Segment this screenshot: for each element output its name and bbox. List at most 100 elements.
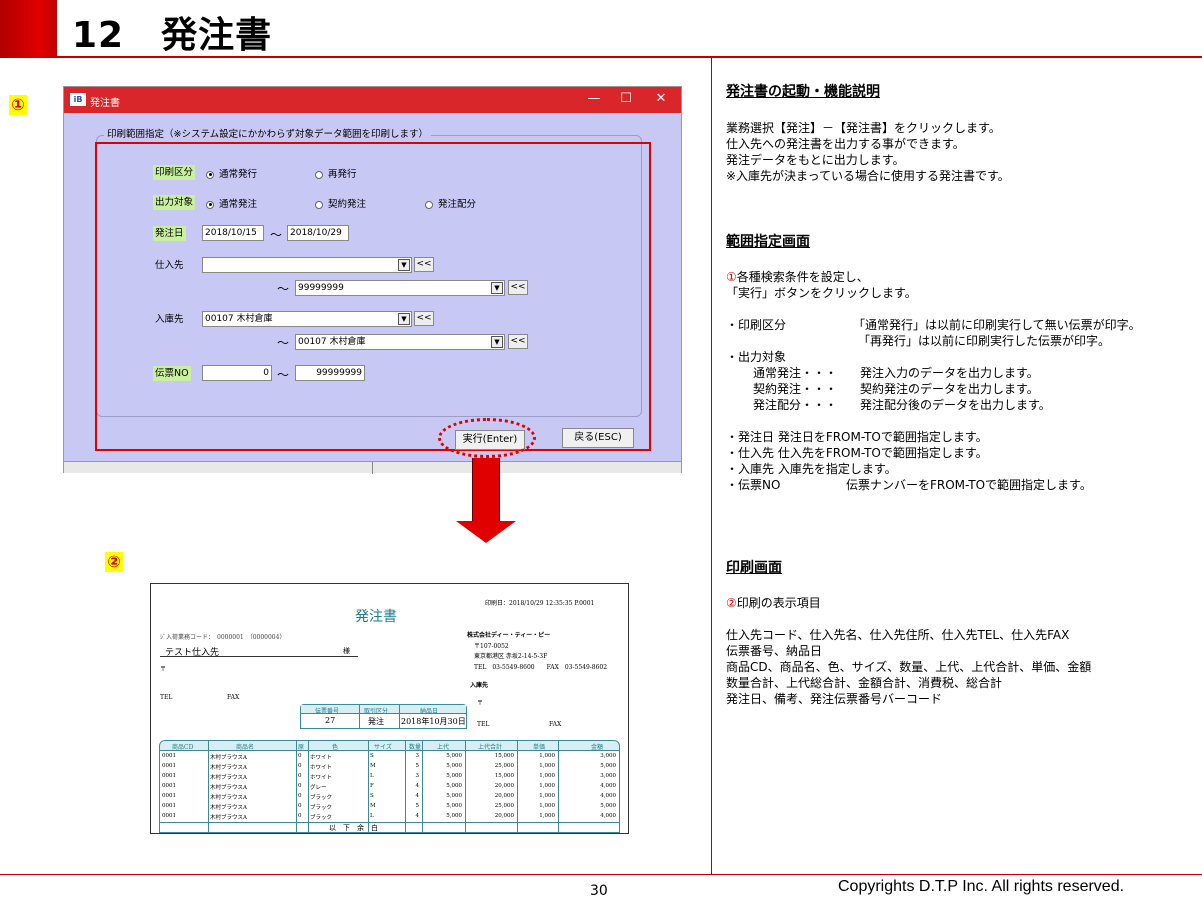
window-title: 発注書 xyxy=(90,98,120,109)
print-type-item: ・印刷区分 xyxy=(726,318,787,332)
column-header: 単価 xyxy=(533,744,546,751)
table-cell: 0001 xyxy=(162,813,176,819)
section-title-print: 印刷画面 xyxy=(726,560,782,576)
circle-two: ② xyxy=(726,596,737,610)
col-line xyxy=(359,705,360,728)
table-cell: 5,000 xyxy=(446,753,462,759)
table-cell: 15,000 xyxy=(494,773,514,779)
supplier-code: ｼﾞ入荷業務コード： 0000001 （0000004） xyxy=(160,634,286,641)
ot-desc: 契約発注のデータを出力します。 xyxy=(860,382,1039,396)
table-cell: 20,000 xyxy=(494,793,514,799)
table-cell: 0001 xyxy=(162,803,176,809)
supplier-tel: TEL xyxy=(160,694,173,701)
table-cell: 3 xyxy=(415,773,420,779)
table-cell: 木村ブラウスA xyxy=(210,765,247,771)
table-cell: 0 xyxy=(298,763,302,769)
table-cell: 25,000 xyxy=(494,763,514,769)
ot-key: 契約発注・・・ xyxy=(753,382,838,396)
table-cell: 5,000 xyxy=(446,773,462,779)
ot-key: 発注配分・・・ xyxy=(753,398,838,412)
print-type-desc: 「再発行」は以前に印刷実行した伝票が印字。 xyxy=(858,334,1111,348)
table-cell: 0 xyxy=(298,813,302,819)
launch-line: ※入庫先が決まっている場合に使用する発注書です。 xyxy=(726,169,1010,183)
column-line xyxy=(208,741,209,833)
print-intro: ②印刷の表示項目 xyxy=(726,594,821,611)
column-header: 数量 xyxy=(409,744,422,751)
ot-desc: 発注配分後のデータを出力します。 xyxy=(860,398,1051,412)
table-cell: 1,000 xyxy=(539,773,555,779)
table-cell: L xyxy=(370,813,374,819)
back-button[interactable]: 戻る(ESC) xyxy=(562,428,634,448)
table-cell: 木村ブラウスA xyxy=(210,775,247,781)
company-name: 株式会社ディー・ティー・ピー xyxy=(467,632,551,639)
table-cell: 4 xyxy=(415,783,420,789)
table-cell: 15,000 xyxy=(494,753,514,759)
page-title: 12 発注書 xyxy=(72,15,273,56)
range-intro-2: 「実行」ボタンをクリックします。 xyxy=(726,286,917,300)
maximize-icon[interactable]: ☐ xyxy=(616,91,636,106)
app-icon: iB xyxy=(70,93,86,106)
company-address: 東京都港区 赤坂2-14-5-3F xyxy=(474,653,548,660)
table-footer-line xyxy=(159,822,620,823)
mini-value: 27 xyxy=(325,716,336,725)
table-cell: ホワイト xyxy=(310,755,333,761)
table-cell: M xyxy=(370,763,376,769)
minimize-icon[interactable]: — xyxy=(584,91,604,106)
marker-one: ① xyxy=(9,95,27,115)
table-cell: 1,000 xyxy=(539,803,555,809)
table-cell: 25,000 xyxy=(494,803,514,809)
range-line: ・入庫先 入庫先を指定します。 xyxy=(726,462,897,476)
table-cell: 0001 xyxy=(162,793,176,799)
column-divider xyxy=(711,58,712,874)
window-titlebar: iB 発注書 — ☐ ✕ xyxy=(64,87,681,113)
table-cell: 木村ブラウスA xyxy=(210,815,247,821)
close-icon[interactable]: ✕ xyxy=(651,91,671,106)
table-cell: 木村ブラウスA xyxy=(210,785,247,791)
header-accent xyxy=(0,0,57,58)
table-cell: 4,000 xyxy=(600,813,616,819)
company-zip: 〒107-0052 xyxy=(474,643,509,650)
mini-header: 取引区分 xyxy=(364,708,389,715)
header-divider xyxy=(57,56,1202,58)
run-button-highlight xyxy=(438,418,536,458)
table-cell: 5,000 xyxy=(446,803,462,809)
sama-suffix: 様 xyxy=(343,647,350,655)
table-cell: 0001 xyxy=(162,783,176,789)
column-line xyxy=(405,741,406,833)
table-cell: 4 xyxy=(415,793,420,799)
table-cell: 0 xyxy=(298,753,302,759)
highlight-frame xyxy=(95,142,651,451)
table-cell: 5,000 xyxy=(446,763,462,769)
table-cell: M xyxy=(370,803,376,809)
table-cell: ブラック xyxy=(310,795,333,801)
column-header: 商品CD xyxy=(172,744,194,751)
status-separator xyxy=(372,462,373,474)
range-intro: ①各種検索条件を設定し、 xyxy=(726,268,869,285)
column-header: 色 xyxy=(332,744,339,751)
table-cell: 1,000 xyxy=(539,783,555,789)
table-cell: 1,000 xyxy=(539,753,555,759)
table-cell: 5 xyxy=(415,803,420,809)
status-bar xyxy=(64,461,681,474)
company-tel: TEL 03-5549-8600 FAX 03-5549-8602 xyxy=(474,664,608,671)
print-intro-text: 印刷の表示項目 xyxy=(736,596,821,610)
ot-desc: 発注入力のデータを出力します。 xyxy=(860,366,1039,380)
print-date: 印刷日：2018/10/29 12:35:35 P.0001 xyxy=(485,600,595,607)
items-table: 0001 木村ブラウスA 0 ホワイト S 3 5,000 15,000 1,000 3,000 0… xyxy=(159,740,620,833)
print-item-line: 伝票番号、納品日 xyxy=(726,644,823,658)
table-cell: 0001 xyxy=(162,773,176,779)
mini-value: 発注 xyxy=(368,717,384,726)
print-type-desc: 「通常発行」は以前に印刷実行して無い伝票が印字。 xyxy=(853,318,1141,332)
table-cell: 5,000 xyxy=(446,813,462,819)
marker-two: ② xyxy=(105,552,123,572)
table-cell: 5,000 xyxy=(600,763,616,769)
underline xyxy=(160,656,358,657)
table-cell: 4,000 xyxy=(600,783,616,789)
column-header: サイズ xyxy=(374,744,392,751)
print-item-line: 商品CD、商品名、色、サイズ、数量、上代、上代合計、単価、金額 xyxy=(726,660,1092,674)
table-cell: ホワイト xyxy=(310,775,333,781)
column-line xyxy=(465,741,466,833)
document-title: 発注書 xyxy=(355,609,397,625)
table-cell: 4 xyxy=(415,813,420,819)
table-cell: 0001 xyxy=(162,763,176,769)
